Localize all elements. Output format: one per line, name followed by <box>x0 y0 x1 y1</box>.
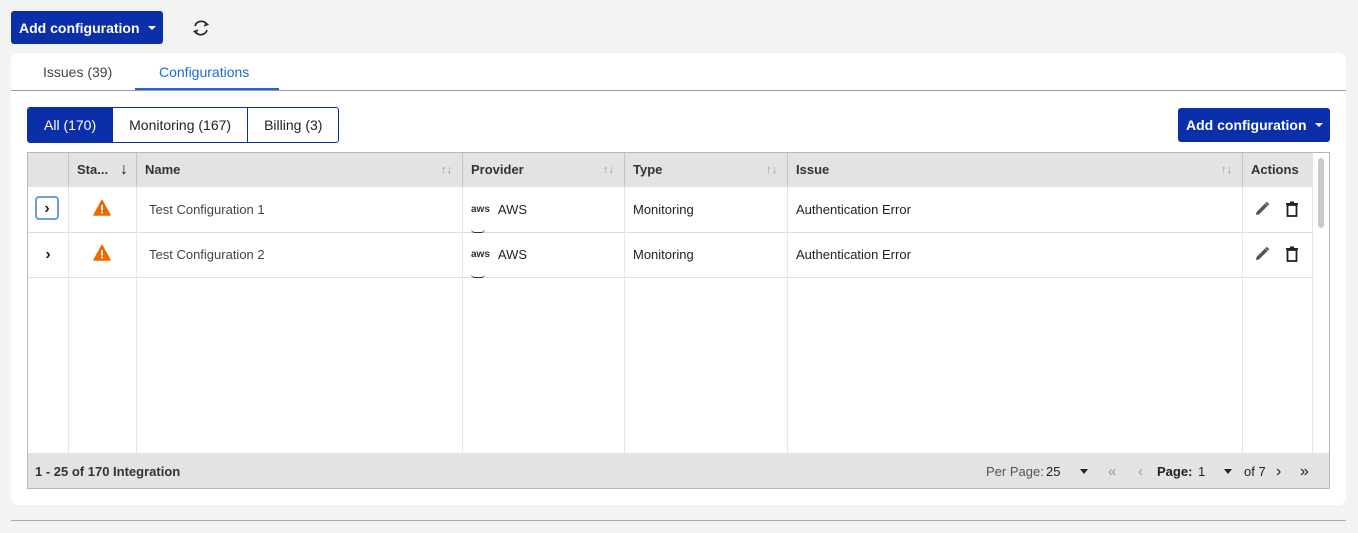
pencil-icon[interactable] <box>1253 245 1271 263</box>
aws-logo: aws <box>471 187 490 233</box>
provider-cell: aws AWS <box>462 232 624 277</box>
status-cell <box>68 232 136 277</box>
issue-cell: Authentication Error <box>787 187 1242 232</box>
first-page-icon[interactable]: « <box>1108 453 1116 488</box>
filter-billing[interactable]: Billing (3) <box>247 108 338 142</box>
trash-icon[interactable] <box>1283 200 1301 218</box>
column-status-label: Sta... <box>77 162 109 177</box>
table-row[interactable]: › Test Configuration 1 aws AWS Monitoring… <box>28 187 1314 233</box>
column-actions-label: Actions <box>1251 162 1299 177</box>
column-name-label: Name <box>145 162 181 177</box>
type-cell: Monitoring <box>624 187 787 232</box>
filter-all[interactable]: All (170) <box>28 108 113 142</box>
vertical-scrollbar[interactable] <box>1312 153 1329 453</box>
caret-down-icon <box>1080 469 1088 474</box>
column-issue-label: Issue <box>796 162 830 177</box>
table-row[interactable]: › Test Configuration 2 aws AWS Monitoring… <box>28 232 1314 278</box>
actions-cell <box>1242 187 1314 232</box>
column-status[interactable]: Sta... ↓ <box>68 153 136 187</box>
sort-desc-icon: ↓ <box>120 161 128 178</box>
column-actions: Actions <box>1242 153 1314 187</box>
configurations-table: Sta... ↓ Name ↑↓ Provider ↑↓ Type ↑↓ Iss… <box>27 152 1330 489</box>
refresh-icon[interactable] <box>190 17 212 39</box>
add-configuration-secondary-label: Add configuration <box>1186 117 1307 133</box>
trash-icon[interactable] <box>1283 245 1301 263</box>
warning-icon <box>93 244 111 261</box>
expand-column-header <box>28 153 68 187</box>
caret-down-icon <box>1314 123 1323 127</box>
active-tab-indicator <box>135 88 279 90</box>
aws-logo: aws <box>471 232 490 278</box>
page-value: 1 <box>1198 464 1206 479</box>
add-configuration-secondary-button[interactable]: Add configuration <box>1178 108 1330 142</box>
tab-bar: Issues (39) Configurations <box>11 53 1346 91</box>
column-divider <box>787 187 788 453</box>
column-issue[interactable]: Issue ↑↓ <box>787 153 1242 187</box>
column-divider <box>462 187 463 453</box>
last-page-icon[interactable]: » <box>1300 453 1309 488</box>
page-select[interactable]: 1 <box>1198 453 1234 488</box>
chevron-right-icon[interactable]: › <box>35 241 61 267</box>
caret-down-icon <box>147 25 156 30</box>
issue-cell: Authentication Error <box>787 232 1242 277</box>
next-page-icon[interactable]: › <box>1276 453 1281 488</box>
filter-monitoring[interactable]: Monitoring (167) <box>112 108 247 142</box>
column-divider <box>1242 187 1243 453</box>
add-configuration-label: Add configuration <box>19 19 140 36</box>
per-page-value: 25 <box>1046 464 1061 479</box>
page-label: Page: <box>1157 464 1193 479</box>
previous-page-icon[interactable]: ‹ <box>1138 453 1143 488</box>
table-header: Sta... ↓ Name ↑↓ Provider ↑↓ Type ↑↓ Iss… <box>28 153 1314 187</box>
column-provider-label: Provider <box>471 162 524 177</box>
column-provider[interactable]: Provider ↑↓ <box>462 153 624 187</box>
row-range: 1 - 25 of 170 Integration <box>35 464 181 479</box>
pencil-icon[interactable] <box>1253 200 1271 218</box>
tab-configurations[interactable]: Configurations <box>159 64 249 80</box>
section-divider <box>11 520 1346 521</box>
per-page-select[interactable]: 25 <box>1046 453 1092 488</box>
sort-icon: ↑↓ <box>441 164 452 176</box>
actions-cell <box>1242 232 1314 277</box>
expand-cell: › <box>28 232 68 277</box>
caret-down-icon <box>1224 469 1232 474</box>
name-cell: Test Configuration 1 <box>136 187 462 232</box>
warning-icon <box>93 199 111 216</box>
table-footer: 1 - 25 of 170 Integration Per Page: 25 «… <box>28 453 1329 488</box>
tab-issues[interactable]: Issues (39) <box>43 64 112 80</box>
status-cell <box>68 187 136 232</box>
column-type-label: Type <box>633 162 663 177</box>
column-divider <box>624 187 625 453</box>
provider-label: AWS <box>497 202 528 217</box>
sort-icon: ↑↓ <box>766 164 777 176</box>
page-of-total: of 7 <box>1244 464 1266 479</box>
expand-cell: › <box>28 187 68 232</box>
add-configuration-button[interactable]: Add configuration <box>11 11 163 44</box>
type-cell: Monitoring <box>624 232 787 277</box>
column-type[interactable]: Type ↑↓ <box>624 153 787 187</box>
configurations-panel: Issues (39) Configurations All (170) Mon… <box>11 53 1346 505</box>
column-name[interactable]: Name ↑↓ <box>136 153 462 187</box>
filter-segmented-control: All (170) Monitoring (167) Billing (3) <box>27 107 340 143</box>
name-cell: Test Configuration 2 <box>136 232 462 277</box>
sort-icon: ↑↓ <box>603 164 614 176</box>
provider-label: AWS <box>497 247 528 262</box>
column-divider <box>68 187 69 453</box>
sort-icon: ↑↓ <box>1221 164 1232 176</box>
column-divider <box>136 187 137 453</box>
chevron-right-icon[interactable]: › <box>35 196 59 220</box>
scrollbar-thumb[interactable] <box>1318 158 1324 228</box>
per-page-label: Per Page: <box>986 464 1044 479</box>
provider-cell: aws AWS <box>462 187 624 232</box>
